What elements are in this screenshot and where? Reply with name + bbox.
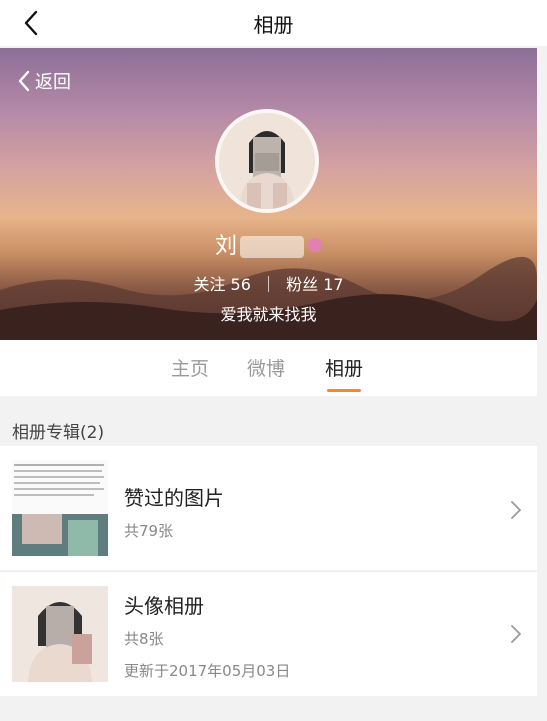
followers-label: 粉丝	[286, 275, 319, 294]
back-link[interactable]: 返回	[16, 68, 71, 94]
album-cover-image	[12, 460, 108, 556]
follow-stats: 关注 56 粉丝 17	[0, 271, 537, 295]
avatar-image	[219, 113, 315, 209]
tab-home[interactable]: 主页	[171, 354, 209, 381]
album-row-avatar[interactable]: 头像相册 共8张 更新于2017年05月03日	[0, 572, 537, 696]
album-updated-date: 更新于2017年05月03日	[124, 662, 291, 680]
album-count: 共79张	[124, 522, 174, 540]
following-stat[interactable]: 关注 56	[193, 275, 250, 294]
album-count: 共8张	[124, 630, 164, 648]
verified-badge-icon	[308, 238, 322, 252]
tab-active-indicator	[327, 389, 361, 392]
followers-stat[interactable]: 粉丝 17	[286, 275, 343, 294]
tab-weibo[interactable]: 微博	[247, 354, 285, 381]
tab-album[interactable]: 相册	[325, 354, 363, 381]
user-name: 刘	[0, 228, 537, 260]
user-name-text: 刘	[214, 234, 238, 259]
following-label: 关注	[193, 275, 226, 294]
album-thumbnail	[12, 586, 108, 682]
profile-tabs: 主页 微博 相册	[0, 340, 537, 396]
album-thumbnail	[12, 460, 108, 556]
chevron-left-icon	[18, 70, 30, 92]
stat-divider	[268, 276, 269, 292]
back-link-label: 返回	[35, 72, 71, 93]
top-nav-bar: 相册	[0, 0, 547, 46]
album-name: 赞过的图片	[124, 486, 224, 510]
cover-mountains	[0, 256, 537, 340]
profile-cover: 返回 刘 关注 56 粉丝 17 爱我就来找我	[0, 48, 537, 340]
avatar[interactable]	[215, 109, 319, 213]
page-title: 相册	[253, 13, 294, 37]
user-name-obscured	[240, 236, 304, 258]
album-name: 头像相册	[124, 594, 204, 618]
album-cover-image	[12, 586, 108, 682]
chevron-right-icon	[511, 625, 521, 643]
album-section-header: 相册专辑(2)	[0, 404, 537, 444]
user-bio: 爱我就来找我	[220, 305, 317, 324]
chevron-right-icon	[511, 501, 521, 519]
following-count: 56	[230, 275, 251, 294]
album-row-liked[interactable]: 赞过的图片 共79张	[0, 446, 537, 570]
album-section-title: 相册专辑(2)	[12, 423, 105, 443]
followers-count: 17	[323, 275, 344, 294]
